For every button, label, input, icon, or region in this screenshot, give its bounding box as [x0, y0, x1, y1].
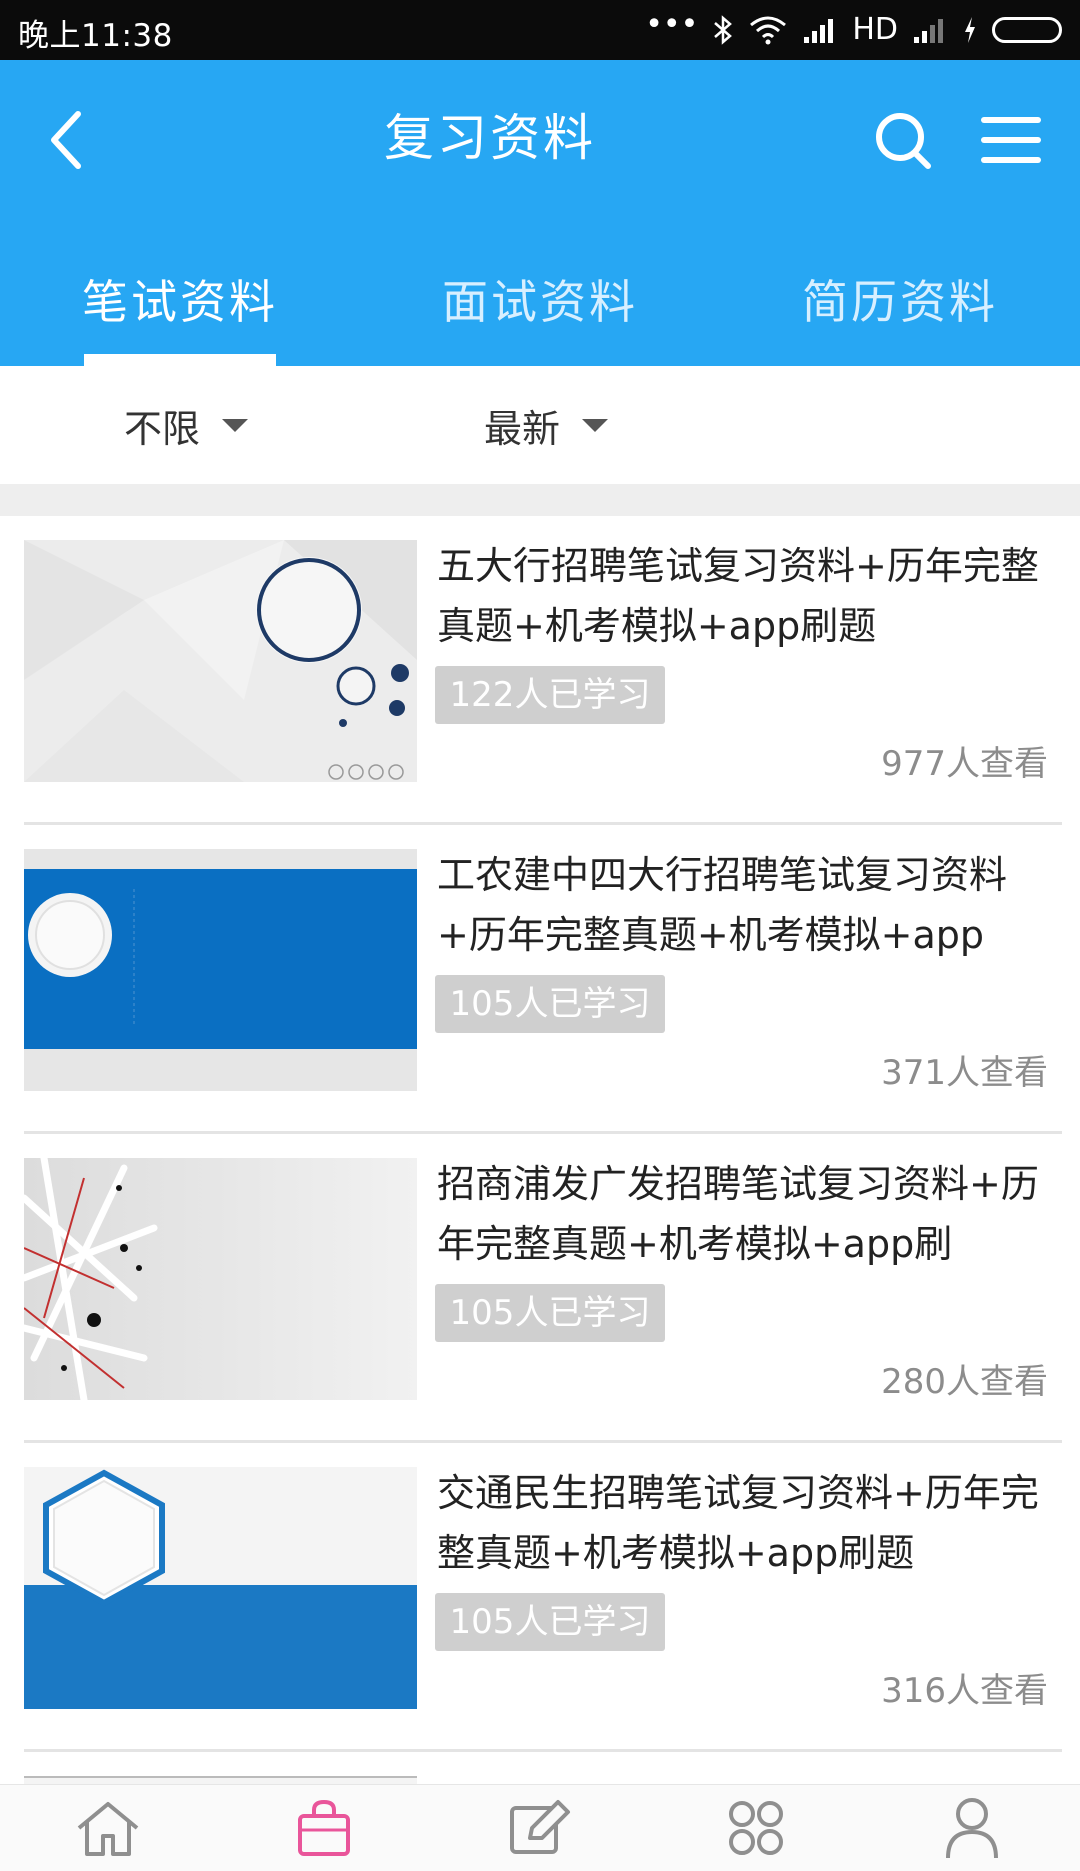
item-thumbnail: [24, 849, 417, 1091]
tab-interview-materials[interactable]: 面试资料: [360, 250, 720, 366]
more-notifications-icon: •••: [645, 6, 699, 42]
item-thumbnail: [24, 1158, 417, 1400]
status-time: 晚上11:38: [18, 18, 173, 54]
filter-label: 不限: [124, 407, 201, 451]
tab-active-indicator: [84, 354, 276, 366]
nav-profile[interactable]: [864, 1785, 1080, 1871]
learned-count-badge: 105人已学习: [435, 1593, 665, 1651]
item-title: 工农建中四大行招聘笔试复习资料+历年完整真题+机考模拟+app: [437, 853, 1008, 957]
search-icon: [876, 113, 931, 169]
bottom-navigation: [0, 1784, 1080, 1871]
page-title: 复习资料: [384, 109, 596, 167]
wifi-icon: [750, 16, 787, 44]
learned-count-badge: 122人已学习: [435, 666, 665, 724]
section-divider: [0, 484, 1080, 516]
view-count: 977人查看: [881, 744, 1048, 784]
filter-category-dropdown[interactable]: 不限: [124, 398, 249, 453]
menu-button[interactable]: [978, 102, 1048, 182]
tab-bar: 笔试资料 面试资料 简历资料: [0, 250, 1080, 366]
user-icon: [946, 1798, 998, 1859]
bluetooth-icon: [714, 14, 733, 45]
list-item[interactable]: 工农建中四大行招聘笔试复习资料+历年完整真题+机考模拟+app 105人已学习 …: [0, 825, 1080, 1134]
status-bar: 晚上11:38 ••• HD: [0, 0, 1080, 60]
tab-label: 简历资料: [802, 275, 998, 329]
filter-bar: 不限 最新: [0, 366, 1080, 484]
list-item[interactable]: 五大行招聘笔试复习资料+历年完整真题+机考模拟+app刷题 122人已学习 97…: [0, 516, 1080, 825]
tab-label: 面试资料: [442, 275, 638, 329]
item-thumbnail: [24, 1467, 417, 1709]
learned-count-badge: 105人已学习: [435, 975, 665, 1033]
status-icons: ••• HD: [645, 6, 1062, 47]
shopping-bag-icon: [298, 1799, 350, 1856]
learned-count-badge: 105人已学习: [435, 1284, 665, 1342]
list-item[interactable]: 招商浦发广发招聘笔试复习资料+历年完整真题+机考模拟+app刷 105人已学习 …: [0, 1134, 1080, 1443]
caret-down-icon: [222, 419, 249, 432]
app-header: 复习资料 笔试资料 面试资料 简历资料: [0, 60, 1080, 366]
menu-icon: [981, 117, 1041, 163]
tab-written-materials[interactable]: 笔试资料: [0, 250, 360, 366]
nav-apps[interactable]: [648, 1785, 864, 1871]
edit-icon: [510, 1800, 570, 1854]
home-icon: [77, 1802, 139, 1856]
signal-icon: [804, 18, 834, 43]
materials-list: 五大行招聘笔试复习资料+历年完整真题+机考模拟+app刷题 122人已学习 97…: [0, 516, 1080, 1818]
item-thumbnail: [24, 540, 417, 782]
nav-edit[interactable]: [432, 1785, 648, 1871]
network-type-label: HD: [852, 12, 898, 47]
caret-down-icon: [582, 419, 609, 432]
filter-label: 最新: [484, 407, 561, 451]
battery-icon: [992, 16, 1062, 43]
view-count: 316人查看: [881, 1671, 1048, 1711]
item-title: 交通民生招聘笔试复习资料+历年完整真题+机考模拟+app刷题: [437, 1471, 1039, 1575]
filter-sort-dropdown[interactable]: 最新: [484, 398, 609, 453]
apps-icon: [729, 1801, 783, 1855]
tab-resume-materials[interactable]: 简历资料: [720, 250, 1080, 366]
charging-icon: [965, 16, 975, 43]
view-count: 280人查看: [881, 1362, 1048, 1402]
tab-label: 笔试资料: [82, 275, 278, 329]
list-item[interactable]: 交通民生招聘笔试复习资料+历年完整真题+机考模拟+app刷题 105人已学习 3…: [0, 1443, 1080, 1752]
item-title: 招商浦发广发招聘笔试复习资料+历年完整真题+机考模拟+app刷: [437, 1162, 1039, 1266]
item-title: 五大行招聘笔试复习资料+历年完整真题+机考模拟+app刷题: [437, 544, 1039, 648]
search-button[interactable]: [868, 100, 938, 180]
view-count: 371人查看: [881, 1053, 1048, 1093]
signal-weak-icon: [914, 18, 943, 43]
nav-home[interactable]: [0, 1785, 216, 1871]
nav-shop[interactable]: [216, 1785, 432, 1871]
